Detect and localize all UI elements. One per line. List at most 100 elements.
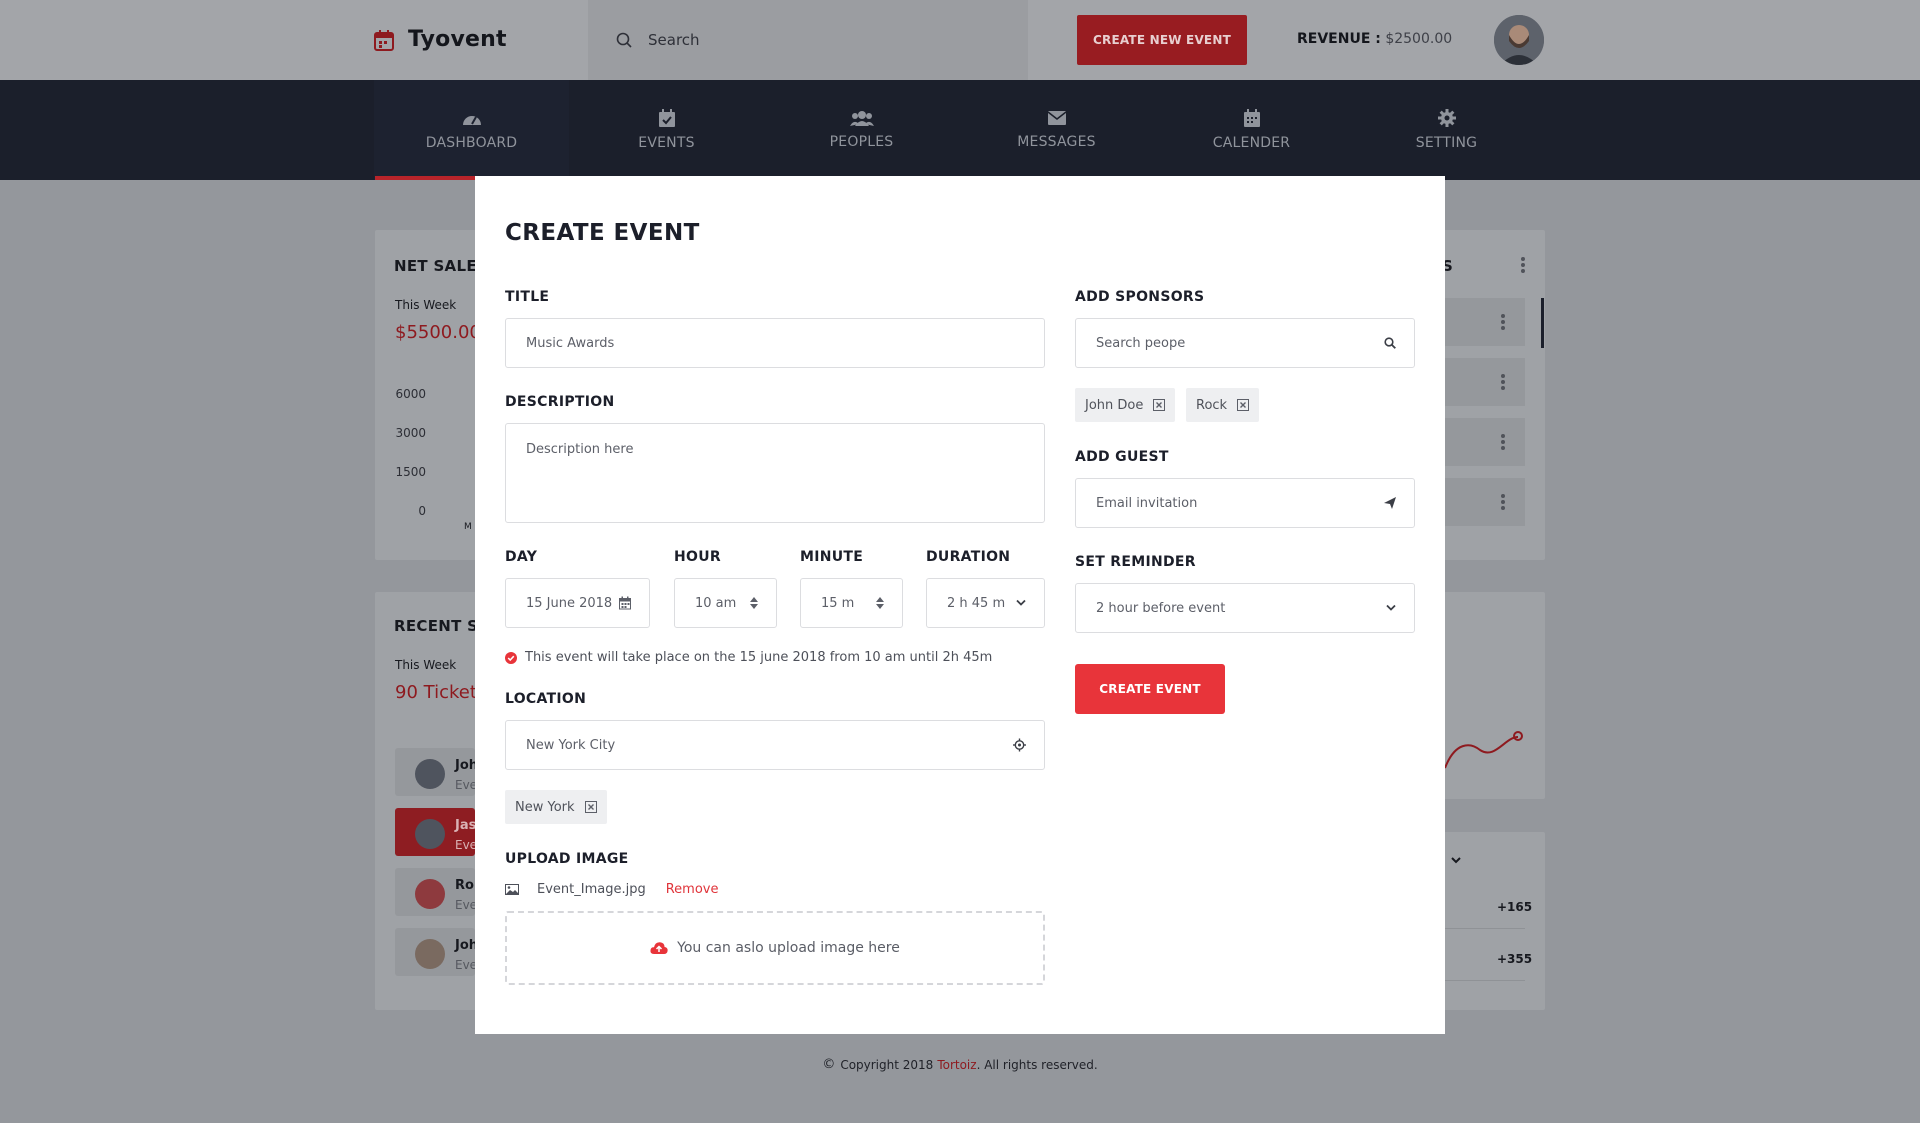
guest-email-field[interactable]: Email invitation [1075, 478, 1415, 528]
title-field[interactable]: Music Awards [505, 318, 1045, 368]
nav-calender[interactable]: CALENDER [1154, 80, 1349, 180]
revenue-value: $2500.00 [1385, 31, 1453, 47]
nav-label: DASHBOARD [425, 135, 518, 151]
sponsor-chip: John Doe [1075, 388, 1176, 422]
recent-sales-period: This Week [395, 658, 457, 672]
search-bar[interactable]: Search [588, 0, 1028, 80]
note-text: This event will take place on the 15 jun… [525, 650, 993, 665]
nav-label: MESSAGES [1017, 134, 1096, 150]
location-value: New York City [526, 737, 616, 753]
footer-rights: . All rights reserved. [976, 1057, 1098, 1072]
hour-label: HOUR [674, 549, 721, 565]
recent-sales-value: 90 Ticket [395, 682, 477, 703]
description-placeholder: Description here [526, 442, 634, 457]
send-icon[interactable] [1384, 497, 1396, 509]
create-new-event-button[interactable]: CREATE NEW EVENT [1077, 15, 1247, 65]
footer-text: Copyright 2018 [840, 1057, 934, 1072]
remove-file-link[interactable]: Remove [666, 882, 719, 897]
calendar-icon [1243, 109, 1261, 127]
nav-setting[interactable]: SETTING [1349, 80, 1544, 180]
copyright-icon: © [822, 1057, 836, 1072]
location-label: LOCATION [505, 691, 587, 707]
guest-placeholder: Email invitation [1096, 495, 1198, 511]
more-icon[interactable] [1501, 314, 1505, 332]
location-field[interactable]: New York City [505, 720, 1045, 770]
nav-label: EVENTS [638, 135, 695, 151]
search-icon [616, 32, 632, 48]
search-icon[interactable] [1384, 337, 1396, 349]
modal-title: CREATE EVENT [505, 220, 700, 246]
user-avatar[interactable] [1494, 15, 1544, 65]
scrollbar[interactable] [1541, 298, 1544, 348]
upload-label: UPLOAD IMAGE [505, 851, 629, 867]
nav-label: SETTING [1415, 135, 1478, 151]
net-sales-title: NET SALES [394, 257, 488, 275]
reminder-value: 2 hour before event [1096, 600, 1226, 616]
search-input[interactable]: Search [648, 31, 700, 49]
minute-select[interactable]: 15 m [800, 578, 903, 628]
file-name: Event_Image.jpg [537, 882, 646, 897]
hour-value: 10 am [695, 595, 737, 611]
event-summary-note: This event will take place on the 15 jun… [505, 650, 992, 665]
description-field[interactable]: Description here [505, 423, 1045, 523]
day-field[interactable]: 15 June 2018 [505, 578, 650, 628]
avatar [415, 759, 445, 789]
day-value: 15 June 2018 [526, 595, 613, 611]
calendar-icon[interactable] [619, 596, 631, 610]
close-icon[interactable] [1153, 399, 1166, 411]
revenue-label: REVENUE : [1297, 31, 1381, 47]
duration-select[interactable]: 2 h 45 m [926, 578, 1045, 628]
list-item-name: Jas [455, 818, 477, 833]
footer-brand-link[interactable]: Tortoiz [937, 1058, 976, 1072]
location-chip: New York [505, 790, 607, 824]
nav-messages[interactable]: MESSAGES [959, 80, 1154, 180]
guest-label: ADD GUEST [1075, 449, 1169, 465]
logo[interactable]: Tyovent [374, 27, 507, 52]
close-icon[interactable] [1237, 399, 1250, 411]
sort-icon [750, 597, 758, 609]
uploaded-file: Event_Image.jpg Remove [505, 882, 718, 897]
more-icon[interactable] [1521, 257, 1525, 275]
sponsors-search-field[interactable]: Search peope [1075, 318, 1415, 368]
cloud-upload-icon [650, 941, 668, 955]
hour-select[interactable]: 10 am [674, 578, 777, 628]
nav-events[interactable]: EVENTS [569, 80, 764, 180]
list-item-sub: Eve [455, 778, 478, 792]
envelope-icon [1047, 110, 1067, 126]
nav-peoples[interactable]: PEOPLES [764, 80, 959, 180]
duration-value: 2 h 45 m [947, 595, 1006, 611]
minute-label: MINUTE [800, 549, 864, 565]
day-label: DAY [505, 549, 538, 565]
check-circle-icon [505, 651, 517, 664]
more-icon[interactable] [1501, 374, 1505, 392]
title-value: Music Awards [526, 335, 615, 351]
reminder-select[interactable]: 2 hour before event [1075, 583, 1415, 633]
create-event-button[interactable]: CREATE EVENT [1075, 664, 1225, 714]
close-icon[interactable] [584, 801, 597, 813]
nav-label: PEOPLES [829, 134, 894, 150]
list-item-sub: Eve [455, 898, 478, 912]
image-dropzone[interactable]: You can aslo upload image here [505, 911, 1045, 985]
nav-dashboard[interactable]: DASHBOARD [374, 80, 569, 180]
y-tick: 6000 [395, 387, 426, 401]
nav-label: CALENDER [1212, 135, 1291, 151]
list-item-sub: Eve [455, 958, 478, 972]
gauge-icon [461, 109, 483, 127]
sponsors-label: ADD SPONSORS [1075, 289, 1205, 305]
revenue-display: REVENUE : $2500.00 [1297, 31, 1452, 47]
duration-label: DURATION [926, 549, 1011, 565]
sort-icon [876, 597, 884, 609]
dropzone-text: You can aslo upload image here [677, 940, 900, 956]
avatar [415, 819, 445, 849]
calendar-logo-icon [374, 29, 394, 51]
footer: © Copyright 2018 Tortoiz . All rights re… [0, 1057, 1920, 1072]
y-tick: 3000 [395, 426, 426, 440]
active-tab-indicator [375, 176, 475, 180]
list-item-name: Ro [455, 878, 474, 893]
avatar [415, 879, 445, 909]
chevron-down-icon[interactable] [1451, 856, 1461, 864]
crosshair-icon[interactable] [1013, 738, 1026, 752]
more-icon[interactable] [1501, 434, 1505, 452]
more-icon[interactable] [1501, 494, 1505, 512]
y-tick: 1500 [395, 465, 426, 479]
